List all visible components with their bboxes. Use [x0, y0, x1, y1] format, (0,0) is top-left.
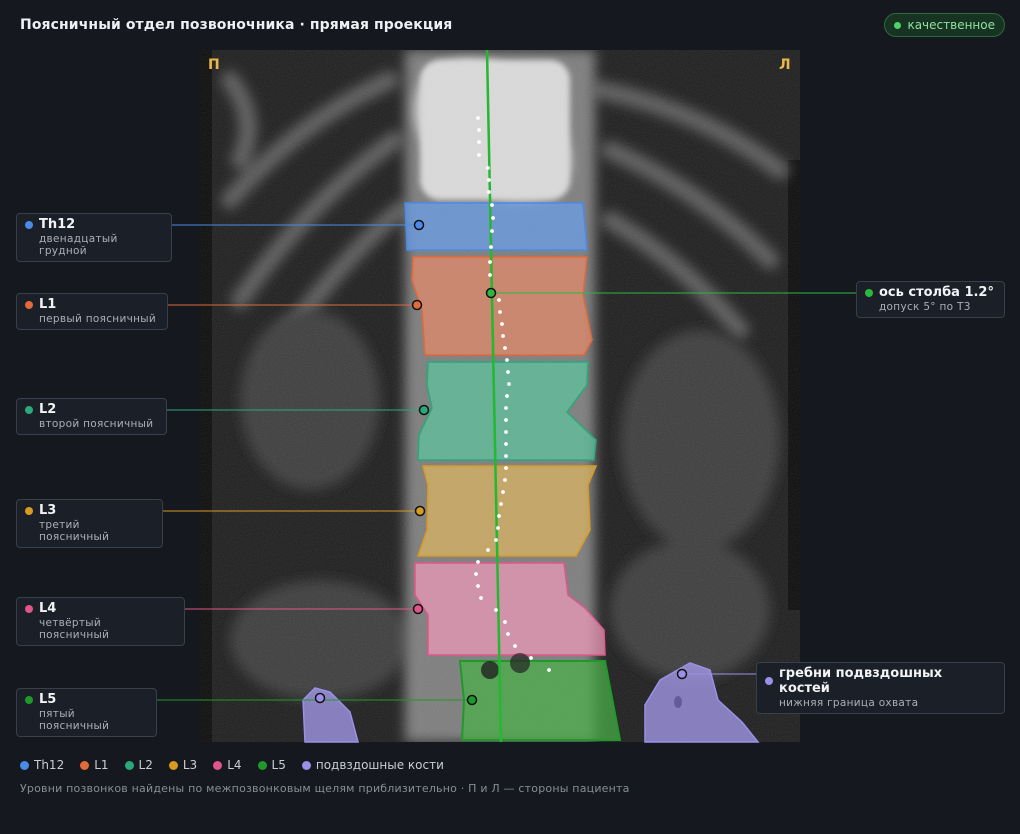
callout-iliac-crests[interactable]: гребни подвздошных костей нижняя граница… — [756, 662, 1005, 714]
iliac-dot-icon — [765, 677, 773, 685]
callout-th12[interactable]: Th12 двенадцатый грудной — [16, 213, 172, 262]
callout-l1[interactable]: L1 первый поясничный — [16, 293, 168, 330]
l5-dot-icon — [25, 695, 33, 704]
th12-overlay — [404, 202, 588, 251]
th12-dot-icon — [25, 220, 33, 229]
callout-iliac-label: гребни подвздошных костей — [779, 666, 943, 696]
legend-item-l4[interactable]: L4 — [213, 758, 242, 772]
legend-dot-icon — [301, 760, 311, 770]
legend-dot-icon — [20, 760, 29, 770]
l1-overlay — [411, 256, 593, 356]
callout-l5[interactable]: L5 пятый поясничный — [16, 688, 157, 737]
axis-dot-icon — [865, 288, 873, 297]
legend-item-iliac[interactable]: подвздошные кости — [301, 758, 444, 772]
orientation-right-label: Л — [779, 57, 791, 73]
legend-label: L2 — [138, 758, 153, 772]
legend-label: подвздошные кости — [315, 758, 444, 772]
callout-iliac-description: нижняя граница охвата — [779, 697, 919, 709]
legend-dot-icon — [257, 760, 267, 770]
legend-dot-icon — [168, 760, 178, 770]
callout-l3-description: третий поясничный — [39, 519, 110, 543]
legend: Th12 L1 L2 L3 L4 L5 подвздошные кости — [20, 758, 444, 772]
callout-spine-axis[interactable]: ось столба 1.2° допуск 5° по Т3 — [856, 281, 1005, 318]
l2-dot-icon — [25, 405, 33, 414]
callout-l4[interactable]: L4 четвёртый поясничный — [16, 597, 185, 646]
legend-dot-icon — [213, 760, 223, 770]
callout-th12-description: двенадцатый грудной — [39, 233, 118, 257]
legend-dot-icon — [80, 760, 90, 770]
callout-th12-label: Th12 — [39, 217, 76, 232]
callout-l2[interactable]: L2 второй поясничный — [16, 398, 167, 435]
legend-label: L4 — [227, 758, 242, 772]
l4-dot-icon — [25, 604, 33, 613]
legend-label: Th12 — [34, 758, 65, 772]
callout-l1-description: первый поясничный — [39, 313, 156, 325]
l3-overlay — [416, 465, 598, 557]
callout-l4-description: четвёртый поясничный — [39, 617, 110, 641]
legend-item-th12[interactable]: Th12 — [20, 758, 64, 772]
orientation-left-label: П — [208, 57, 220, 73]
callout-l1-label: L1 — [39, 297, 57, 312]
callout-l5-description: пятый поясничный — [39, 708, 110, 732]
callout-l5-label: L5 — [39, 692, 57, 707]
legend-dot-icon — [124, 760, 134, 770]
legend-item-l5[interactable]: L5 — [257, 758, 286, 772]
legend-item-l1[interactable]: L1 — [80, 758, 109, 772]
callout-l3-label: L3 — [39, 503, 57, 518]
callout-l4-label: L4 — [39, 601, 57, 616]
callout-l3[interactable]: L3 третий поясничный — [16, 499, 163, 548]
callout-axis-description: допуск 5° по Т3 — [879, 301, 971, 313]
legend-item-l3[interactable]: L3 — [168, 758, 198, 772]
legend-label: L1 — [94, 758, 109, 772]
callout-axis-label: ось столба 1.2° — [879, 285, 994, 300]
legend-item-l2[interactable]: L2 — [124, 758, 153, 772]
l1-dot-icon — [25, 300, 33, 309]
legend-label: L5 — [271, 758, 286, 772]
legend-label: L3 — [182, 758, 198, 772]
callout-l2-label: L2 — [39, 402, 57, 417]
callout-l2-description: второй поясничный — [39, 418, 154, 430]
l3-dot-icon — [25, 506, 33, 515]
footnote: Уровни позвонков найдены по межпозвонков… — [20, 782, 630, 795]
